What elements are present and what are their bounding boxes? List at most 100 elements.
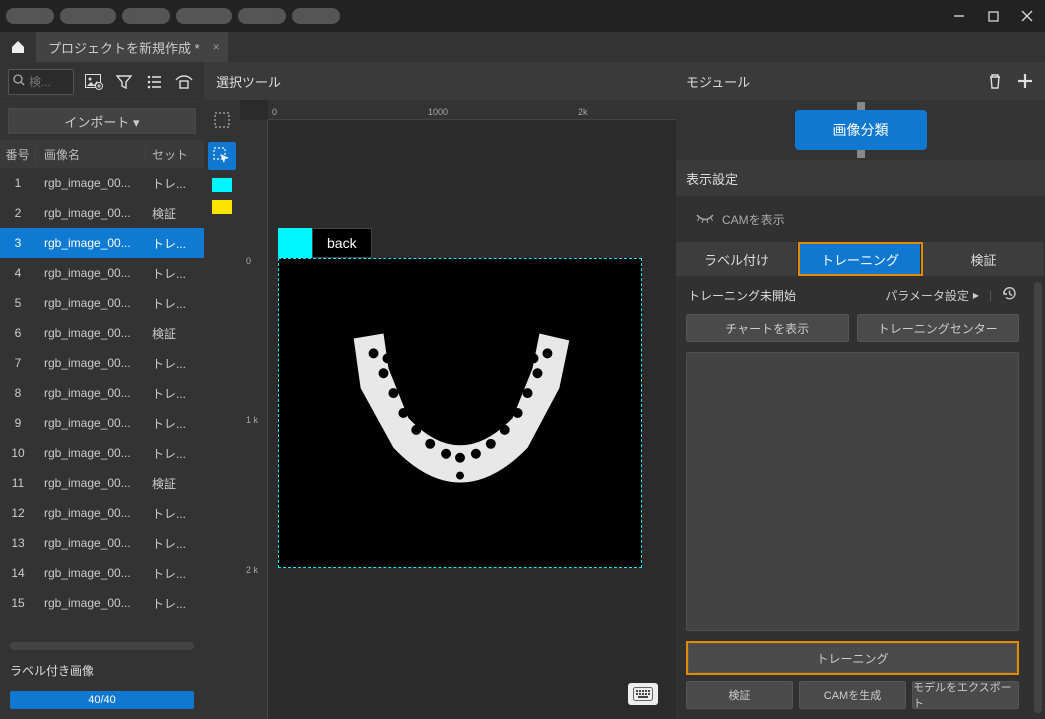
cell-set: トレ... — [146, 505, 204, 522]
marquee-tool-icon[interactable] — [208, 106, 236, 134]
module-header: モジュール — [676, 62, 1045, 100]
cell-name: rgb_image_00... — [36, 566, 146, 580]
verify-button[interactable]: 検証 — [686, 681, 793, 709]
training-body: トレーニング未開始 パラメータ設定 ▸ | チャートを表示 トレーニングセンター — [676, 276, 1045, 719]
show-cam-toggle[interactable]: CAMを表示 — [676, 196, 1045, 242]
btn-label: トレーニングセンター — [878, 320, 998, 337]
menu-placeholder[interactable] — [122, 8, 170, 24]
table-row[interactable]: 8rgb_image_00...トレ... — [0, 378, 204, 408]
maximize-icon[interactable] — [981, 4, 1005, 28]
show-cam-label: CAMを表示 — [722, 211, 785, 228]
cell-set: トレ... — [146, 565, 204, 582]
menu-placeholder[interactable] — [176, 8, 232, 24]
delete-icon[interactable] — [985, 71, 1005, 91]
cell-set: トレ... — [146, 355, 204, 372]
image-content — [279, 259, 641, 567]
image-add-icon[interactable] — [84, 72, 104, 92]
cell-name: rgb_image_00... — [36, 326, 146, 340]
right-scrollbar[interactable] — [1034, 282, 1042, 713]
cell-num: 7 — [0, 356, 36, 370]
search-field[interactable] — [29, 75, 65, 89]
table-row[interactable]: 11rgb_image_00...検証 — [0, 468, 204, 498]
keyboard-icon[interactable] — [628, 683, 658, 705]
table-row[interactable]: 14rgb_image_00...トレ... — [0, 558, 204, 588]
table-row[interactable]: 15rgb_image_00...トレ... — [0, 588, 204, 618]
viewport[interactable]: back — [268, 120, 676, 719]
training-status-row: トレーニング未開始 パラメータ設定 ▸ | — [676, 276, 1029, 314]
header-num: 番号 — [0, 146, 36, 163]
title-bar — [0, 0, 1045, 32]
menu-placeholder[interactable] — [6, 8, 54, 24]
menu-placeholder[interactable] — [292, 8, 340, 24]
ruler-tick: 0 — [246, 256, 251, 266]
minimize-icon[interactable] — [947, 4, 971, 28]
training-log — [686, 352, 1019, 631]
table-row[interactable]: 2rgb_image_00...検証 — [0, 198, 204, 228]
image-selection[interactable] — [278, 258, 642, 568]
highlight-training-tab: トレーニング — [798, 242, 923, 276]
bottom-buttons: 検証 CAMを生成 モデルをエクスポート — [676, 681, 1029, 719]
menu-placeholder[interactable] — [60, 8, 116, 24]
export-model-button[interactable]: モデルをエクスポート — [912, 681, 1019, 709]
module-title: モジュール — [686, 72, 750, 91]
table-row[interactable]: 5rgb_image_00...トレ... — [0, 288, 204, 318]
table-row[interactable]: 3rgb_image_00...トレ... — [0, 228, 204, 258]
add-icon[interactable] — [1015, 71, 1035, 91]
cell-set: 検証 — [146, 205, 204, 222]
cell-num: 11 — [0, 476, 36, 490]
project-tab[interactable]: プロジェクトを新規作成 * × — [36, 32, 228, 62]
param-settings-link[interactable]: パラメータ設定 ▸ | — [885, 286, 1017, 304]
module-node-classification[interactable]: 画像分類 — [795, 110, 927, 150]
training-center-button[interactable]: トレーニングセンター — [857, 314, 1020, 342]
cell-num: 14 — [0, 566, 36, 580]
menu-placeholder[interactable] — [238, 8, 286, 24]
table-row[interactable]: 1rgb_image_00...トレ... — [0, 168, 204, 198]
tab-training[interactable]: トレーニング — [800, 244, 921, 274]
pointer-tool-icon[interactable] — [208, 142, 236, 170]
training-buttons-row: チャートを表示 トレーニングセンター — [676, 314, 1029, 352]
tab-labeling[interactable]: ラベル付け — [676, 242, 798, 276]
close-icon[interactable] — [1015, 4, 1039, 28]
search-input[interactable] — [8, 69, 74, 95]
tab-verify[interactable]: 検証 — [923, 242, 1045, 276]
home-button[interactable] — [0, 32, 36, 62]
table-row[interactable]: 7rgb_image_00...トレ... — [0, 348, 204, 378]
table-row[interactable]: 4rgb_image_00...トレ... — [0, 258, 204, 288]
cell-name: rgb_image_00... — [36, 596, 146, 610]
center-title: 選択ツール — [216, 72, 281, 91]
import-button-label: インポート ▾ — [64, 112, 139, 131]
header-set: セット — [146, 146, 204, 163]
param-settings-label: パラメータ設定 — [885, 287, 969, 304]
cell-set: トレ... — [146, 535, 204, 552]
generate-cam-button[interactable]: CAMを生成 — [799, 681, 906, 709]
cell-num: 6 — [0, 326, 36, 340]
image-label-tag[interactable]: back — [278, 228, 372, 258]
train-button[interactable]: トレーニング — [688, 643, 1017, 673]
preview-icon[interactable] — [174, 72, 194, 92]
separator: | — [989, 288, 992, 302]
canvas-area[interactable]: 0 1000 2k 0 1 k 2 k back — [240, 100, 676, 719]
list-icon[interactable] — [144, 72, 164, 92]
table-row[interactable]: 13rgb_image_00...トレ... — [0, 528, 204, 558]
table-row[interactable]: 9rgb_image_00...トレ... — [0, 408, 204, 438]
cell-name: rgb_image_00... — [36, 506, 146, 520]
table-row[interactable]: 6rgb_image_00...検証 — [0, 318, 204, 348]
history-icon[interactable] — [1002, 286, 1017, 304]
cell-name: rgb_image_00... — [36, 176, 146, 190]
module-graph: 画像分類 — [676, 100, 1045, 160]
ruler-tick: 1000 — [428, 107, 448, 117]
table-row[interactable]: 12rgb_image_00...トレ... — [0, 498, 204, 528]
tab-close-icon[interactable]: × — [213, 40, 220, 54]
show-chart-button[interactable]: チャートを表示 — [686, 314, 849, 342]
label-progress-bar: 40/40 — [10, 691, 194, 709]
btn-label: CAMを生成 — [824, 687, 881, 703]
filter-icon[interactable] — [114, 72, 134, 92]
center-panel: 選択ツール 0 1000 2k 0 — [204, 62, 676, 719]
cell-name: rgb_image_00... — [36, 476, 146, 490]
horizontal-scrollbar[interactable] — [10, 642, 194, 650]
color-swatch-primary[interactable] — [212, 178, 232, 192]
color-swatch-secondary[interactable] — [212, 200, 232, 214]
cell-set: トレ... — [146, 175, 204, 192]
table-row[interactable]: 10rgb_image_00...トレ... — [0, 438, 204, 468]
import-button[interactable]: インポート ▾ — [8, 108, 196, 134]
